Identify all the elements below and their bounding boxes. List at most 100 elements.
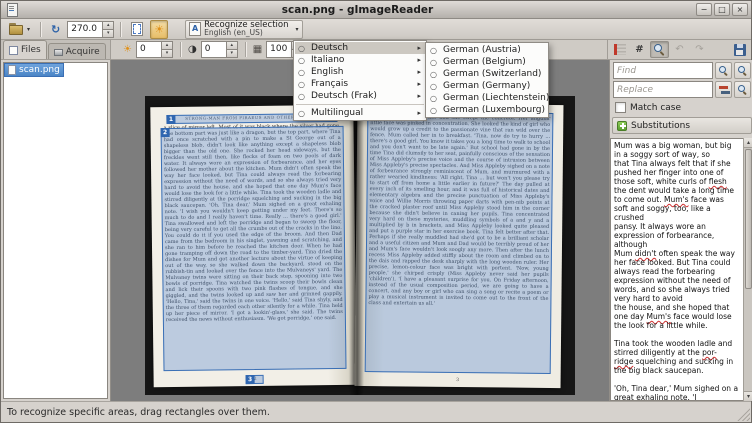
contrast-spin-down[interactable]: ▾ — [227, 49, 237, 57]
files-icon — [9, 46, 18, 55]
contrast-value: 0 — [202, 42, 226, 57]
rotation-spin-down[interactable]: ▾ — [103, 29, 113, 37]
source-tabs: Files Acquire — [1, 40, 111, 59]
scroll-up-icon[interactable]: ▴ — [744, 138, 752, 148]
radio-icon: ○ — [430, 82, 439, 91]
menu-item-fran-ais[interactable]: ○Français▸ — [295, 78, 425, 90]
menu-item-german-austria[interactable]: ○German (Austria) — [427, 44, 547, 56]
radio-icon: ○ — [298, 44, 307, 53]
brightness-spin-down[interactable]: ▾ — [162, 49, 172, 57]
selection-badge: 2 — [161, 128, 170, 137]
selection-region-4[interactable]: 4 — [365, 111, 554, 374]
replace-row — [613, 81, 751, 98]
radio-icon: ○ — [430, 106, 439, 115]
menu-item-italiano[interactable]: ○Italiano▸ — [295, 54, 425, 66]
close-button[interactable]: × — [732, 3, 748, 16]
open-dropdown-arrow-icon: ▾ — [27, 26, 30, 33]
menu-item-label: German (Belgium) — [443, 57, 543, 67]
recognize-button[interactable]: Recognize selection English (en_US) ▾ — [185, 20, 302, 39]
redo-button[interactable]: ↷ — [690, 41, 709, 58]
tab-acquire[interactable]: Acquire — [48, 43, 106, 59]
save-output-button[interactable] — [730, 41, 749, 58]
menu-item-german-luxembourg[interactable]: ○German (Luxembourg) — [427, 104, 547, 116]
insert-mode-button[interactable] — [610, 41, 629, 58]
selection-region-3[interactable]: 3 — [246, 375, 264, 384]
find-replace-toggle[interactable] — [650, 41, 669, 58]
search-icon — [719, 66, 728, 75]
contrast-spin-up[interactable]: ▴ — [227, 42, 237, 49]
menu-item-german-germany[interactable]: ○German (Germany) — [427, 80, 547, 92]
maximize-button[interactable]: □ — [714, 3, 730, 16]
output-scrollbar[interactable]: ▴ ▾ — [743, 138, 752, 401]
radio-icon: ○ — [298, 92, 307, 101]
menu-item-multilingual[interactable]: ○Multilingual▸ — [295, 107, 425, 119]
menu-separator — [296, 104, 424, 105]
open-button[interactable]: ▾ — [5, 20, 34, 39]
rotation-value: 270.0 — [68, 22, 102, 37]
rotation-spin-up[interactable]: ▴ — [103, 22, 113, 29]
brightness-spinbox[interactable]: 0 ▴ ▾ — [136, 41, 173, 58]
submenu-arrow-icon: ▸ — [417, 44, 421, 52]
menu-item-label: German (Austria) — [443, 45, 543, 55]
recognize-dropdown-arrow-icon[interactable]: ▾ — [295, 26, 298, 33]
selection-region-2[interactable]: 2 — [161, 126, 347, 371]
scroll-down-icon[interactable]: ▾ — [744, 391, 752, 401]
open-folder-icon — [9, 23, 24, 35]
toolbar-separator — [245, 42, 246, 57]
titlebar: scan.png - gImageReader − □ × — [1, 1, 751, 19]
match-case-row: Match case — [615, 102, 681, 113]
radio-icon: ○ — [298, 80, 307, 89]
files-panel: scan.png — [1, 60, 111, 401]
insert-mode-icon — [614, 44, 626, 55]
window-title: scan.png - gImageReader — [19, 4, 696, 16]
recognize-language-label: English (en_US) — [204, 29, 288, 38]
find-replace-icon — [654, 44, 665, 55]
brightness-spin-up[interactable]: ▴ — [162, 42, 172, 49]
redo-icon: ↷ — [695, 44, 703, 55]
contrast-spinbox[interactable]: 0 ▴ ▾ — [201, 41, 238, 58]
recognized-text-area[interactable]: Mum was a big woman, but big in a soggy … — [610, 138, 743, 401]
replace-input[interactable] — [613, 81, 713, 98]
file-list-item[interactable]: scan.png — [4, 63, 64, 77]
strip-linebreaks-button[interactable]: # — [630, 41, 649, 58]
scrollbar-thumb[interactable] — [745, 149, 752, 289]
menu-item-deutsch-frak[interactable]: ○Deutsch (Frak)▸ — [295, 90, 425, 102]
menu-item-german-liechtenstein[interactable]: ○German (Liechtenstein) — [427, 92, 547, 104]
image-controls-toggle[interactable]: ☀ — [150, 20, 168, 39]
image-file-icon — [8, 65, 16, 75]
substitutions-button[interactable]: Substitutions — [612, 117, 752, 134]
image-controls-icon: ☀ — [154, 24, 164, 35]
rotate-button[interactable]: ↻ — [47, 20, 64, 39]
book-gutter — [349, 96, 364, 395]
scanned-document: STRONG-MAN FROM PIRAEUS AND OTHER STORIE… — [145, 96, 575, 395]
find-next-button[interactable] — [715, 62, 732, 79]
replace-all-button[interactable] — [734, 81, 751, 98]
match-case-checkbox[interactable] — [615, 102, 626, 113]
minimize-button[interactable]: − — [696, 3, 712, 16]
tab-files[interactable]: Files — [3, 40, 47, 59]
menu-item-deutsch[interactable]: ○Deutsch▸ — [295, 42, 425, 54]
status-text: To recognize specific areas, drag rectan… — [7, 407, 270, 418]
menu-item-german-belgium[interactable]: ○ German (Belgium) — [427, 56, 547, 68]
rotate-icon: ↻ — [51, 24, 60, 35]
file-list[interactable]: scan.png — [3, 62, 108, 399]
undo-button[interactable]: ↶ — [670, 41, 689, 58]
menu-item-label: Multilingual — [311, 108, 413, 118]
radio-icon: ○ — [298, 56, 307, 65]
replace-button[interactable] — [715, 81, 732, 98]
rotation-spinbox[interactable]: 270.0 ▴ ▾ — [67, 21, 114, 38]
tab-acquire-label: Acquire — [66, 47, 100, 57]
submenu-arrow-icon: ▸ — [417, 56, 421, 64]
output-toolbar: # ↶ ↷ — [607, 40, 751, 59]
menu-item-label: German (Liechtenstein) — [443, 93, 549, 103]
find-input[interactable] — [613, 62, 713, 79]
radio-icon: ○ — [430, 58, 439, 67]
menu-item-english[interactable]: ○English▸ — [295, 66, 425, 78]
find-all-button[interactable] — [734, 62, 751, 79]
undo-icon: ↶ — [675, 44, 683, 55]
toolbar-separator — [180, 42, 181, 57]
menu-item-german-switzerland[interactable]: ○German (Switzerland) — [427, 68, 547, 80]
window-controls: − □ × — [696, 3, 748, 16]
resize-grip[interactable] — [737, 408, 750, 421]
autodetect-layout-button[interactable] — [127, 20, 147, 39]
